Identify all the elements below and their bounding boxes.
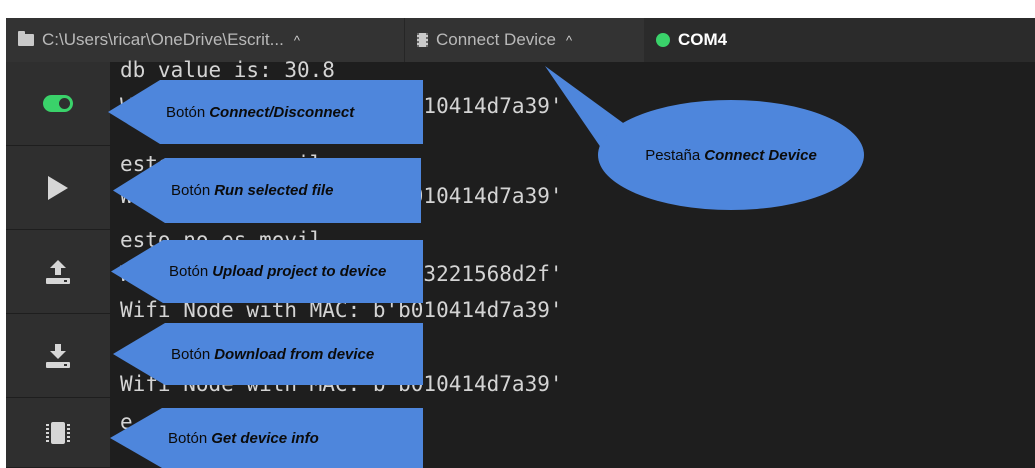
bubble-pointer [545,66,630,158]
callout-connect-device-tab: Pestaña Connect Device [598,100,864,210]
callout-emph: Connect Device [704,146,817,164]
screenshot-frame: C:\Users\ricar\OneDrive\Escrit... ^ Conn… [0,0,1035,468]
callout-prefix: Pestaña [645,146,701,164]
